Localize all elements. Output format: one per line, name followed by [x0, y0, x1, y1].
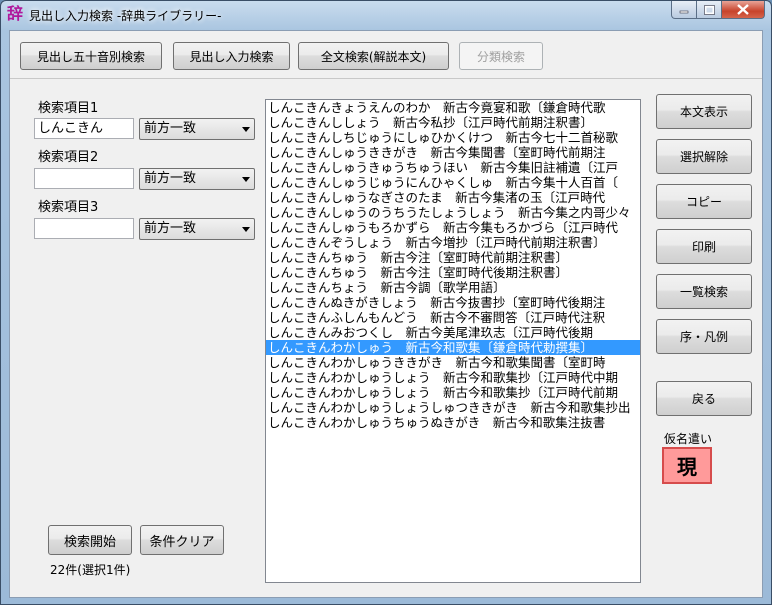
search-field2-mode-select[interactable]: 前方一致	[139, 168, 255, 190]
minimize-button[interactable]	[671, 1, 697, 19]
kana-usage-toggle[interactable]: 現	[662, 447, 712, 484]
list-item[interactable]: しんこきんわかしゅうしょう 新古今和歌集抄〔江戸時代前期	[266, 385, 640, 400]
list-item[interactable]: しんこきんちょう 新古今調〔歌学用語〕	[266, 280, 640, 295]
list-item[interactable]: しんこきんしゅうのうちうたしょうしょう 新古今集之内哥少々	[266, 205, 640, 220]
list-item[interactable]: しんこきんふしんもんどう 新古今不審問答〔江戸時代注釈	[266, 310, 640, 325]
list-item[interactable]: しんこきんわかしゅうききがき 新古今和歌集聞書〔室町時	[266, 355, 640, 370]
toolbar: 見出し五十音別検索 見出し入力検索 全文検索(解説本文) 分類検索	[10, 31, 762, 79]
maximize-icon	[703, 4, 715, 15]
list-item[interactable]: しんこきんしゅうきゅうちゅうほい 新古今集旧註補遺〔江戸	[266, 160, 640, 175]
preface-button[interactable]: 序・凡例	[656, 319, 752, 354]
results-listbox[interactable]: しんこきんきょうえんのわか 新古今竟宴和歌〔鎌倉時代歌 しんこきんししょう 新古今…	[265, 99, 641, 583]
list-item[interactable]: しんこきんわかしゅうしょうしゅつききがき 新古今和歌集抄出	[266, 400, 640, 415]
app-icon: 辞	[6, 4, 23, 23]
app-window: 辞 見出し入力検索 -辞典ライブラリー- 見出し五十音別検索 見出し入力検索 全…	[0, 0, 772, 605]
window-title: 見出し入力検索 -辞典ライブラリー-	[29, 9, 222, 23]
search-field3-mode-select[interactable]: 前方一致	[139, 218, 255, 240]
search-field3-mode-value: 前方一致	[144, 221, 197, 236]
deselect-button[interactable]: 選択解除	[656, 139, 752, 174]
client-area: 見出し五十音別検索 見出し入力検索 全文検索(解説本文) 分類検索 検索項目1 …	[9, 30, 763, 598]
text-view-button[interactable]: 本文表示	[656, 94, 752, 129]
close-icon	[737, 4, 749, 15]
kana-usage-label: 仮名遣い	[664, 432, 713, 446]
list-item[interactable]: しんこきんわかしゅう 新古今和歌集〔鎌倉時代勅撰集〕	[266, 340, 640, 355]
fulltext-search-button[interactable]: 全文検索(解説本文)	[298, 42, 449, 70]
search-field1-mode-value: 前方一致	[144, 121, 197, 136]
title-bar[interactable]: 辞 見出し入力検索 -辞典ライブラリー-	[1, 1, 771, 29]
list-item[interactable]: しんこきんしゅうもろかずら 新古今集もろかづら〔江戸時代	[266, 220, 640, 235]
category-search-button[interactable]: 分類検索	[459, 42, 543, 70]
list-item[interactable]: しんこきんしゅうじゅうにんひゃくしゅ 新古今集十人百首〔	[266, 175, 640, 190]
clear-conditions-button[interactable]: 条件クリア	[140, 525, 224, 555]
list-item[interactable]: しんこきんわかしゅうしょう 新古今和歌集抄〔江戸時代中期	[266, 370, 640, 385]
search-field1-mode-select[interactable]: 前方一致	[139, 118, 255, 140]
search-field2-input[interactable]	[34, 168, 134, 189]
back-button[interactable]: 戻る	[656, 381, 752, 416]
chevron-down-icon	[242, 177, 250, 182]
minimize-icon	[679, 10, 689, 13]
search-field1-input[interactable]: しんこきん	[34, 118, 134, 139]
gojuon-search-button[interactable]: 見出し五十音別検索	[20, 42, 162, 70]
caption-buttons	[671, 1, 765, 19]
copy-button[interactable]: コピー	[656, 184, 752, 219]
list-item[interactable]: しんこきんししょう 新古今私抄〔江戸時代前期注釈書〕	[266, 115, 640, 130]
search-start-button[interactable]: 検索開始	[48, 525, 132, 555]
list-item[interactable]: しんこきんちゅう 新古今注〔室町時代後期注釈書〕	[266, 265, 640, 280]
input-search-button[interactable]: 見出し入力検索	[173, 42, 290, 70]
search-field3-input[interactable]	[34, 218, 134, 239]
list-item[interactable]: しんこきんしゅうなぎさのたま 新古今集渚の玉〔江戸時代	[266, 190, 640, 205]
list-search-button[interactable]: 一覧検索	[656, 274, 752, 309]
search-field3-label: 検索項目3	[38, 200, 99, 215]
list-item[interactable]: しんこきんみおつくし 新古今美尾津玖志〔江戸時代後期	[266, 325, 640, 340]
list-item[interactable]: しんこきんちゅう 新古今注〔室町時代前期注釈書〕	[266, 250, 640, 265]
list-item[interactable]: しんこきんわかしゅうちゅうぬきがき 新古今和歌集注抜書	[266, 415, 640, 430]
close-button[interactable]	[722, 1, 765, 19]
list-item[interactable]: しんこきんぬきがきしょう 新古今抜書抄〔室町時代後期注	[266, 295, 640, 310]
search-field2-mode-value: 前方一致	[144, 171, 197, 186]
search-field1-label: 検索項目1	[38, 101, 99, 116]
list-item[interactable]: しんこきんしゅうききがき 新古今集聞書〔室町時代前期注	[266, 145, 640, 160]
list-item[interactable]: しんこきんぞうしょう 新古今増抄〔江戸時代前期注釈書〕	[266, 235, 640, 250]
result-count-status: 22件(選択1件)	[50, 563, 131, 577]
search-field2-label: 検索項目2	[38, 150, 99, 165]
list-item[interactable]: しんこきんしちじゅうにしゅひかくけつ 新古今七十二首秘歌	[266, 130, 640, 145]
list-item[interactable]: しんこきんきょうえんのわか 新古今竟宴和歌〔鎌倉時代歌	[266, 100, 640, 115]
maximize-button[interactable]	[697, 1, 722, 19]
chevron-down-icon	[242, 227, 250, 232]
chevron-down-icon	[242, 127, 250, 132]
print-button[interactable]: 印刷	[656, 229, 752, 264]
